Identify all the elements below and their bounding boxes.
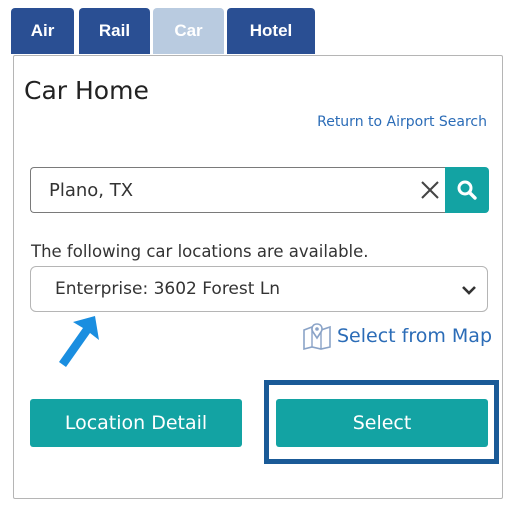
return-to-airport-search-link[interactable]: Return to Airport Search [317,114,487,130]
tab-air[interactable]: Air [11,8,74,54]
select-button[interactable]: Select [276,399,488,447]
locations-intro-text: The following car locations are availabl… [31,242,369,261]
select-button-label: Select [352,412,412,434]
search-icon [457,180,477,200]
tab-hotel-label: Hotel [249,21,293,40]
search-field [30,167,445,213]
location-detail-label: Location Detail [64,412,208,434]
location-dropdown-value: Enterprise: 3602 Forest Ln [55,279,281,299]
search-button[interactable] [445,167,489,213]
select-from-map-label: Select from Map [337,325,493,347]
pointer-arrow-icon [59,316,99,367]
location-dropdown[interactable]: Enterprise: 3602 Forest Ln [30,266,488,312]
location-search-input[interactable] [31,179,401,201]
page-title: Car Home [24,76,149,105]
tab-car[interactable]: Car [153,8,224,54]
tab-air-label: Air [30,21,55,40]
tab-car-label: Car [174,21,203,40]
close-icon[interactable] [419,179,441,201]
map-icon [303,323,331,350]
tab-rail[interactable]: Rail [79,8,150,54]
tab-rail-label: Rail [98,21,131,40]
select-from-map-link[interactable]: Select from Map [302,322,492,350]
location-detail-button[interactable]: Location Detail [30,399,242,447]
tab-hotel[interactable]: Hotel [227,8,315,54]
chevron-down-icon [462,286,476,295]
